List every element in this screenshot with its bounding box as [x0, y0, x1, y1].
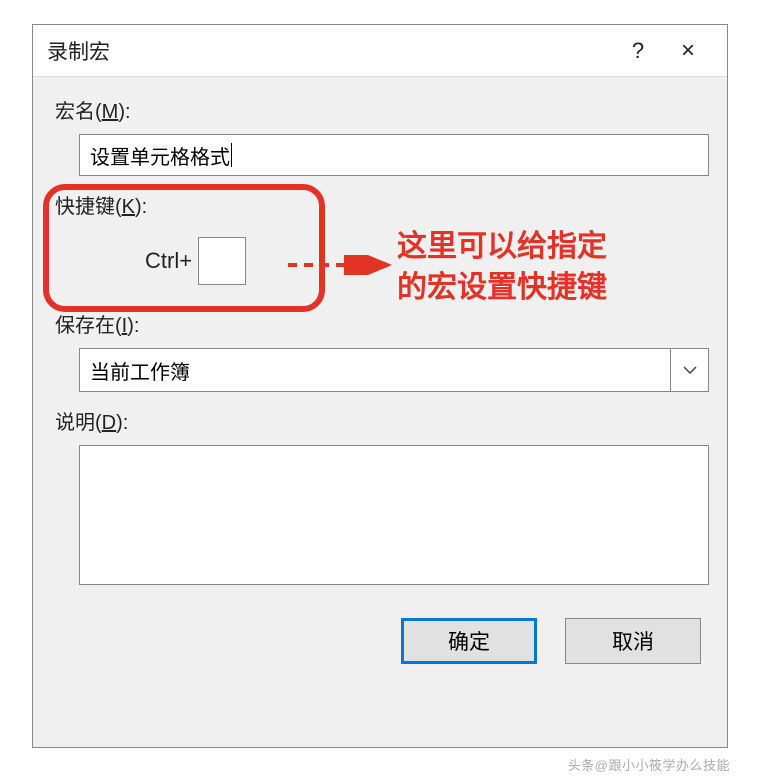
text-cursor — [231, 143, 232, 167]
shortcut-label: 快捷键(K): — [55, 190, 705, 219]
chevron-down-icon[interactable] — [670, 349, 708, 391]
help-button[interactable]: ? — [613, 31, 663, 71]
record-macro-dialog: 录制宏 ? × 宏名(M): 设置单元格格式 快捷键(K): Ctrl+ 保存在… — [32, 24, 728, 748]
macro-name-label: 宏名(M): — [55, 95, 705, 124]
ctrl-prefix-label: Ctrl+ — [145, 248, 192, 274]
shortcut-section: 快捷键(K): Ctrl+ — [55, 190, 705, 285]
annotation-line1: 这里可以给指定 — [397, 227, 607, 268]
watermark-text: 头条@跟小小筱学办么技能 — [568, 755, 730, 774]
ok-button[interactable]: 确定 — [401, 618, 537, 664]
description-label: 说明(D): — [55, 406, 705, 435]
save-in-dropdown[interactable]: 当前工作簿 — [79, 348, 709, 392]
dialog-content: 宏名(M): 设置单元格格式 快捷键(K): Ctrl+ 保存在(I): 当前工… — [33, 77, 727, 682]
save-in-label: 保存在(I): — [55, 309, 705, 338]
titlebar: 录制宏 ? × — [33, 25, 727, 77]
cancel-button[interactable]: 取消 — [565, 618, 701, 664]
annotation-line2: 的宏设置快捷键 — [397, 268, 607, 309]
shortcut-key-input[interactable] — [198, 237, 246, 285]
macro-name-value: 设置单元格格式 — [90, 141, 230, 170]
macro-name-input[interactable]: 设置单元格格式 — [79, 134, 709, 176]
close-button[interactable]: × — [663, 31, 713, 71]
save-in-value: 当前工作簿 — [90, 356, 190, 385]
dialog-title: 录制宏 — [47, 36, 613, 66]
annotation-callout: 这里可以给指定 的宏设置快捷键 — [397, 227, 607, 308]
button-row: 确定 取消 — [55, 618, 705, 664]
description-textarea[interactable] — [79, 445, 709, 585]
